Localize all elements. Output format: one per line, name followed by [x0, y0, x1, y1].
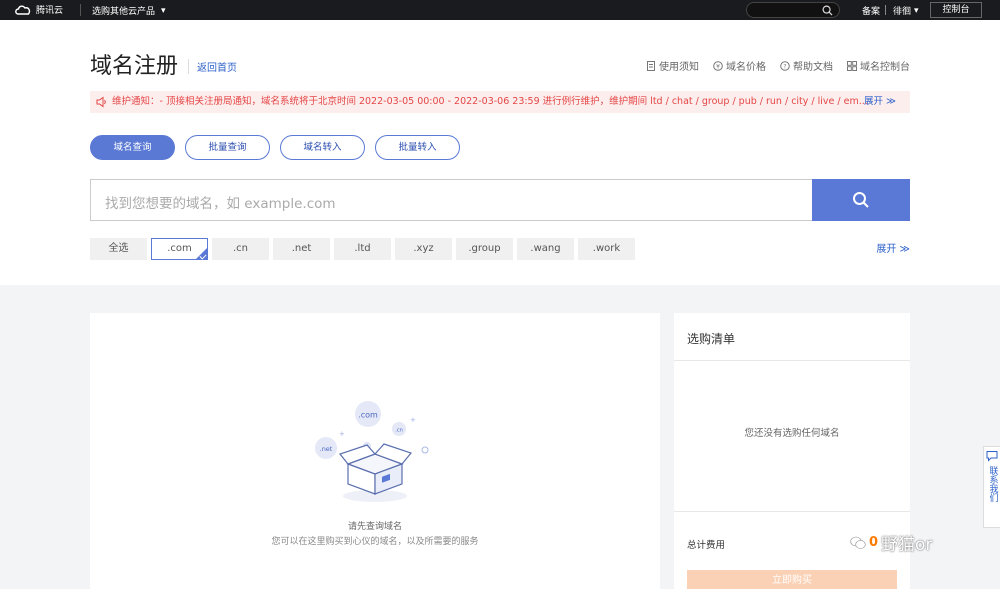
domain-search-field[interactable]: 找到您想要的域名，如 example.com: [90, 179, 910, 221]
svg-text:?: ?: [783, 63, 786, 70]
suffix-ltd[interactable]: .ltd: [334, 238, 391, 260]
wechat-icon: [850, 536, 866, 549]
brand-name: 腾讯云: [36, 6, 64, 16]
query-mode-tabs: 域名查询 批量查询 域名转入 批量转入: [90, 135, 460, 160]
search-placeholder: 找到您想要的域名，如 example.com: [105, 196, 336, 212]
suffix-cn[interactable]: .cn: [212, 238, 269, 260]
tab-domain-transfer[interactable]: 域名转入: [280, 135, 365, 160]
caret-down-icon: ▾: [161, 5, 166, 16]
watermark: 0 野猫or: [850, 530, 932, 555]
watermark-number: 0: [869, 535, 879, 550]
results-panel: .com .net .cn + + 请先查询域名 您可以在这里购买到心仪的域名，…: [90, 313, 660, 589]
global-search-input[interactable]: [746, 2, 840, 18]
suffix-select-all[interactable]: 全选: [90, 238, 147, 260]
domain-price-label: 域名价格: [726, 62, 766, 73]
maintenance-notice: 维护通知：- 顶接相关注册局通知，域名系统将于北京时间 2022-03-05 0…: [90, 91, 910, 113]
bubble-cn-label: .cn: [395, 428, 403, 434]
topbar-divider: [80, 4, 81, 16]
buy-now-button[interactable]: 立即购买: [687, 570, 897, 589]
suffix-filter: 全选 .com .cn .net .ltd .xyz .group .wang …: [90, 238, 635, 260]
svg-text:+: +: [339, 430, 345, 438]
suffix-group[interactable]: .group: [456, 238, 513, 260]
watermark-text: 野猫or: [881, 535, 933, 555]
suffix-com-label: .com: [167, 243, 192, 254]
page-title: 域名注册: [90, 54, 179, 79]
notice-expand-link[interactable]: 展开 ≫: [864, 91, 896, 113]
search-icon: [853, 192, 869, 208]
caret-down-icon: ▾: [914, 5, 919, 16]
products-menu-label: 选购其他云产品: [92, 7, 156, 17]
empty-state-subtitle: 您可以在这里购买到心仪的域名，以及所需要的服务: [271, 537, 479, 547]
tab-domain-query[interactable]: 域名查询: [90, 135, 175, 160]
suffix-expand-link[interactable]: 展开 ≫: [876, 240, 910, 255]
notice-text: 维护通知：- 顶接相关注册局通知，域名系统将于北京时间 2022-03-05 0…: [112, 96, 868, 107]
usage-notes-link[interactable]: 使用须知: [646, 58, 699, 73]
console-button[interactable]: 控制台: [930, 2, 982, 18]
bubble-net-label: .net: [320, 445, 333, 453]
grid-icon: [847, 60, 857, 71]
total-cost-label: 总计费用: [687, 540, 726, 551]
help-docs-link[interactable]: ? 帮助文档: [780, 58, 833, 73]
suffix-xyz[interactable]: .xyz: [395, 238, 452, 260]
suffix-wang[interactable]: .wang: [517, 238, 574, 260]
bubble-com-label: .com: [358, 411, 378, 420]
search-icon[interactable]: [822, 5, 833, 16]
help-icon: ?: [780, 60, 790, 71]
suffix-com[interactable]: .com: [151, 238, 208, 260]
cart-title: 选购清单: [687, 332, 736, 346]
tab-batch-transfer[interactable]: 批量转入: [375, 135, 460, 160]
beian-link[interactable]: 备案: [862, 4, 880, 17]
document-icon: [647, 60, 655, 71]
svg-text:¥: ¥: [716, 63, 720, 70]
divider: [674, 360, 910, 361]
usage-notes-label: 使用须知: [659, 62, 699, 73]
chat-icon: [986, 451, 998, 462]
contact-us-label: 联系我们: [987, 466, 998, 502]
speaker-icon: [96, 96, 106, 108]
cart-empty-text: 您还没有选购任何域名: [744, 428, 840, 439]
user-menu[interactable]: 徘徊 ▾: [893, 4, 919, 18]
price-icon: ¥: [713, 60, 723, 71]
top-nav-bar: 腾讯云 选购其他云产品 ▾ 备案 徘徊 ▾ 控制台: [0, 0, 1000, 20]
cloud-logo-icon: [15, 5, 31, 15]
back-home-link[interactable]: 返回首页: [188, 59, 237, 74]
suffix-work[interactable]: .work: [578, 238, 635, 260]
help-docs-label: 帮助文档: [793, 62, 833, 73]
brand-logo[interactable]: 腾讯云: [14, 3, 63, 16]
empty-box-illustration: .com .net .cn + +: [315, 401, 429, 502]
svg-text:+: +: [410, 416, 416, 424]
domain-console-link[interactable]: 域名控制台: [847, 58, 910, 73]
tab-batch-query[interactable]: 批量查询: [185, 135, 270, 160]
domain-console-label: 域名控制台: [860, 62, 910, 73]
divider: [674, 511, 910, 512]
header-links: 使用须知 ¥ 域名价格 ? 帮助文档 域名控制台: [646, 58, 910, 73]
contact-us-float[interactable]: 联系我们: [983, 446, 1000, 528]
search-button[interactable]: [812, 179, 910, 221]
topbar-divider: [885, 5, 886, 15]
suffix-net[interactable]: .net: [273, 238, 330, 260]
products-menu[interactable]: 选购其他云产品 ▾: [92, 4, 166, 18]
empty-state-title: 请先查询域名: [347, 522, 402, 532]
user-name: 徘徊: [893, 7, 912, 17]
domain-price-link[interactable]: ¥ 域名价格: [713, 58, 766, 73]
